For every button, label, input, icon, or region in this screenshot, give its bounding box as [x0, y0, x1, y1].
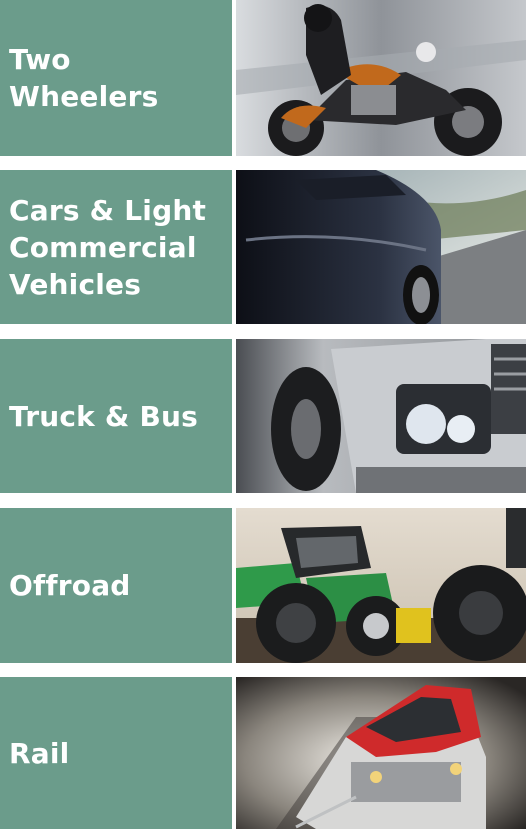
- category-offroad[interactable]: Offroad: [0, 508, 526, 663]
- tractor-photo: [236, 508, 526, 663]
- category-tile[interactable]: Two Wheelers: [0, 0, 232, 156]
- category-cars-lcv[interactable]: Cars & Light Commercial Vehicles: [0, 170, 526, 324]
- train-photo: [236, 677, 526, 829]
- category-truck-bus[interactable]: Truck & Bus: [0, 339, 526, 493]
- category-label: Cars & Light Commercial Vehicles: [9, 193, 207, 301]
- category-tile[interactable]: Rail: [0, 677, 232, 829]
- category-tile[interactable]: Truck & Bus: [0, 339, 232, 493]
- category-label: Two Wheelers: [9, 43, 159, 113]
- car-photo: [236, 170, 526, 324]
- category-label: Rail: [9, 736, 70, 770]
- category-label: Offroad: [9, 569, 131, 602]
- truck-photo: [236, 339, 526, 493]
- category-two-wheelers[interactable]: Two Wheelers: [0, 0, 526, 156]
- category-rail[interactable]: Rail: [0, 677, 526, 829]
- motorcycle-photo: [236, 0, 526, 156]
- category-label: Truck & Bus: [9, 399, 199, 433]
- category-tile[interactable]: Offroad: [0, 508, 232, 663]
- category-tile[interactable]: Cars & Light Commercial Vehicles: [0, 170, 232, 324]
